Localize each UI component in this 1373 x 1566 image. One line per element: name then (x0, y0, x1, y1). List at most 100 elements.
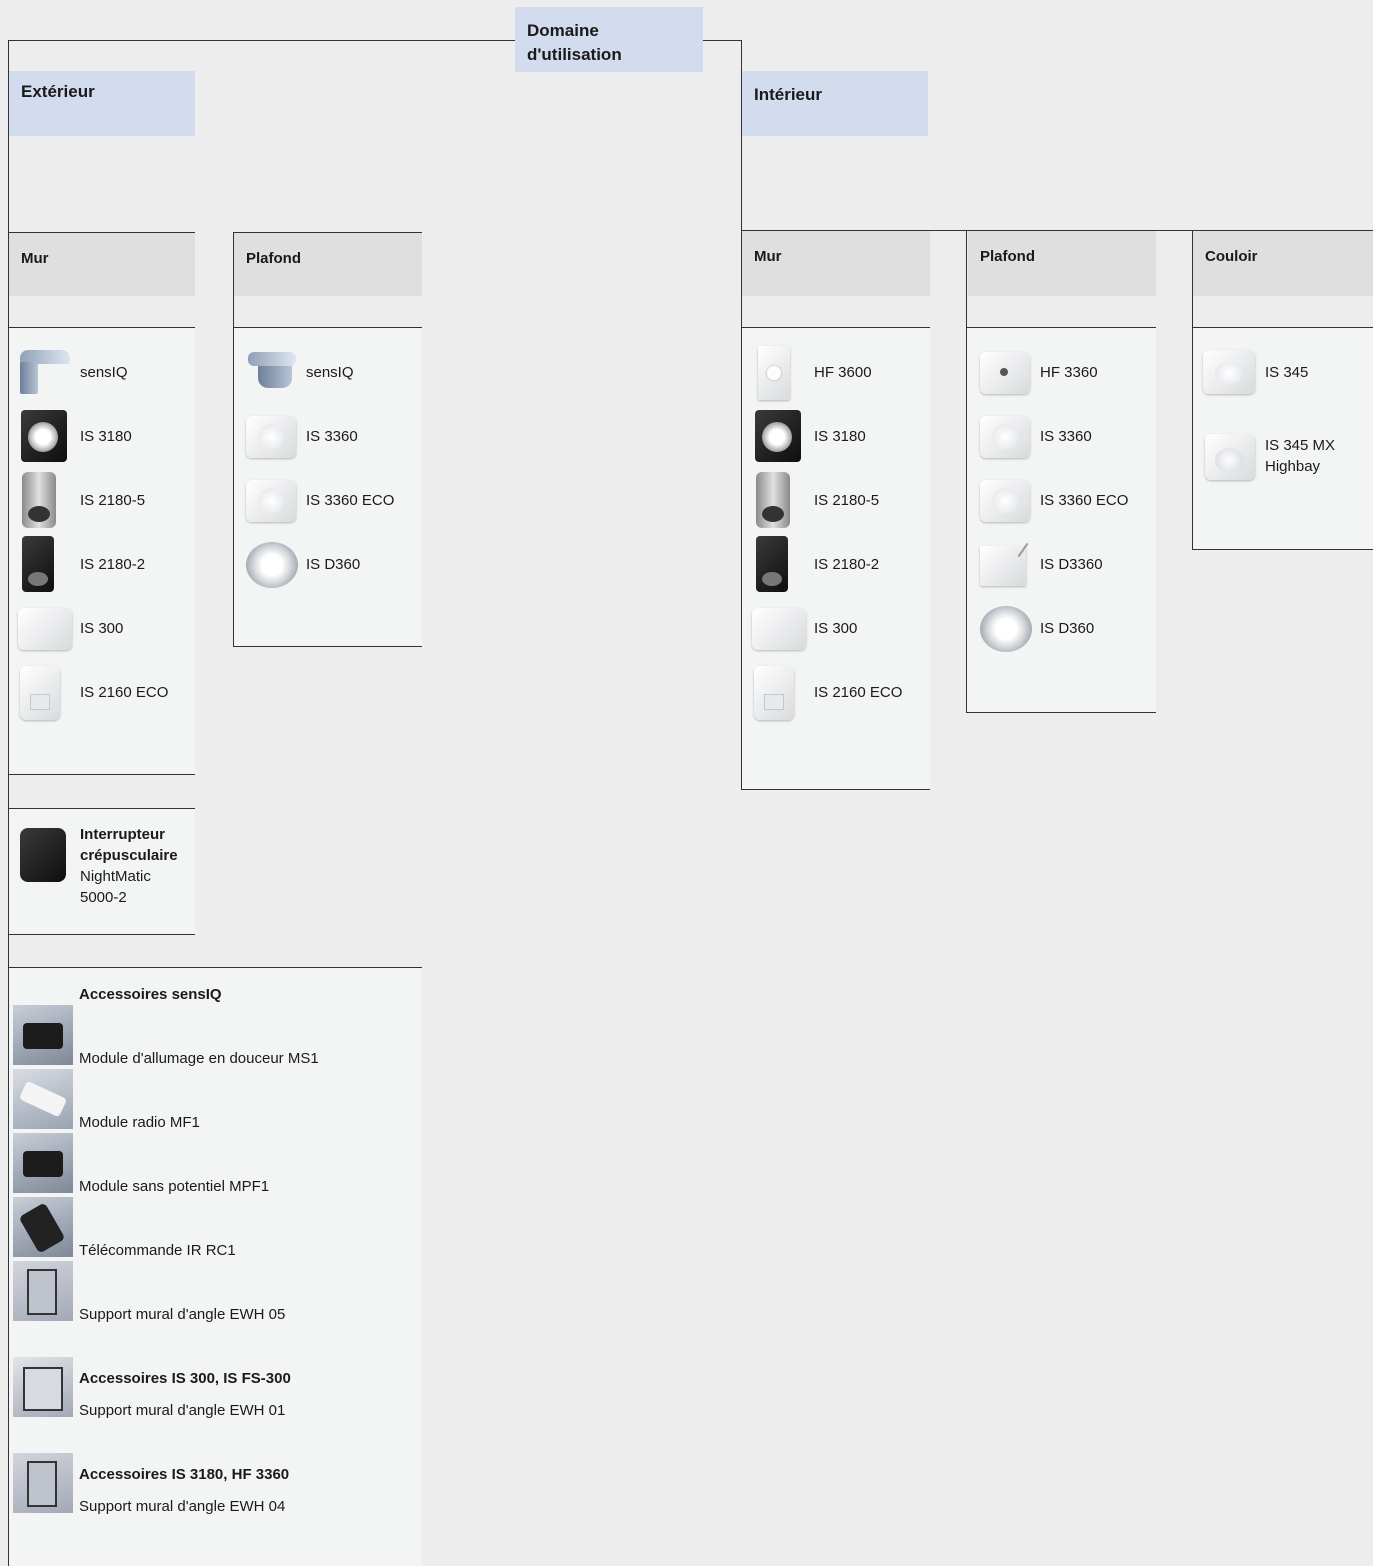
item-label: IS 2160 ECO (814, 683, 903, 701)
sensiq-ceiling-sensor-icon (244, 344, 300, 400)
accessory-label: Module sans potentiel MPF1 (79, 1178, 270, 1195)
relay-module-icon (13, 1133, 73, 1193)
white-flood-sensor-icon (752, 600, 808, 656)
interieur-title: Intérieur (754, 85, 823, 104)
item-label: IS 2160 ECO (80, 683, 169, 701)
item-label: IS D360 (1040, 619, 1095, 637)
white-flood-sensor-icon (18, 600, 74, 656)
item-label: HF 3600 (814, 363, 872, 381)
item-label: IS 3360 ECO (1040, 491, 1129, 509)
item-label: IS D3360 (1040, 555, 1103, 573)
twilight-product-line1: NightMatic (80, 868, 151, 885)
accessory-label: Support mural d'angle EWH 04 (79, 1498, 286, 1515)
accessories-is300-title: Accessoires IS 300, IS FS-300 (79, 1370, 291, 1387)
item-label: sensIQ (80, 363, 128, 381)
list-item[interactable]: HF 3600 (752, 344, 872, 400)
accessory-item[interactable]: Accessoires IS 3180, HF 3360 Support mur… (13, 1453, 413, 1515)
white-ceiling-sensor-icon (1203, 428, 1259, 484)
list-item[interactable]: HF 3360 (978, 344, 1098, 400)
white-ceiling-sensor-icon (978, 344, 1034, 400)
list-item[interactable]: IS 3360 ECO (978, 472, 1128, 528)
list-item[interactable]: IS 345 (1203, 344, 1308, 400)
list-item[interactable]: IS D360 (244, 536, 360, 592)
black-motion-sensor-icon (18, 408, 74, 464)
white-motion-sensor-icon (752, 664, 808, 720)
accessory-item[interactable]: Module radio MF1 (13, 1069, 413, 1131)
list-item[interactable]: IS D3360 (978, 536, 1103, 592)
accessory-item[interactable]: Module d'allumage en douceur MS1 (13, 1005, 413, 1067)
accessory-item[interactable]: Support mural d'angle EWH 05 (13, 1261, 413, 1323)
ext-mur-header: Mur (9, 233, 195, 296)
list-item[interactable]: IS 2180-5 (752, 472, 879, 528)
black-tall-motion-sensor-icon (752, 536, 808, 592)
connector-root-left (8, 40, 516, 41)
list-item[interactable]: IS 3360 (244, 408, 358, 464)
grey-motion-sensor-icon (752, 472, 808, 528)
item-label: IS 345 MX (1265, 437, 1336, 454)
int-mur-header: Mur (742, 231, 930, 296)
list-item[interactable]: IS 2160 ECO (752, 664, 902, 720)
exterieur-title: Extérieur (21, 82, 95, 101)
item-label: HF 3360 (1040, 363, 1098, 381)
list-item[interactable]: IS 3360 (978, 408, 1092, 464)
list-item[interactable]: IS 2180-2 (18, 536, 145, 592)
root-title-line1: Domaine (527, 21, 599, 40)
white-wall-sensor-icon (752, 344, 808, 400)
remote-control-icon (13, 1197, 73, 1257)
twilight-switch-icon (18, 826, 74, 882)
item-label: IS 2180-5 (814, 491, 880, 509)
item-label: IS 3360 (306, 427, 358, 445)
item-label: IS 2180-2 (80, 555, 146, 573)
item-label: IS 3360 ECO (306, 491, 395, 509)
list-item[interactable]: IS 2180-2 (752, 536, 879, 592)
list-item[interactable]: sensIQ (244, 344, 354, 400)
accessory-label: Module d'allumage en douceur MS1 (79, 1050, 319, 1067)
white-ceiling-sensor-icon (244, 472, 300, 528)
list-item[interactable]: IS 2160 ECO (18, 664, 168, 720)
list-item[interactable]: IS 3180 (752, 408, 866, 464)
accessory-item[interactable]: Accessoires IS 300, IS FS-300 Support mu… (13, 1357, 413, 1419)
twilight-title-line2: crépusculaire (80, 847, 178, 864)
list-item[interactable]: IS 3360 ECO (244, 472, 394, 528)
sensiq-wall-sensor-icon (18, 344, 74, 400)
root-title-line2: d'utilisation (527, 45, 622, 64)
item-label: IS 345 (1265, 363, 1309, 381)
list-item[interactable]: sensIQ (18, 344, 128, 400)
ext-plafond-header: Plafond (234, 233, 422, 296)
int-plafond-header: Plafond (968, 231, 1156, 296)
accessories-sensiq-title: Accessoires sensIQ (79, 986, 222, 1003)
item-label: IS 3180 (814, 427, 866, 445)
round-ceiling-sensor-icon (978, 600, 1034, 656)
list-item[interactable]: IS 2180-5 (18, 472, 145, 528)
dimmer-module-icon (13, 1005, 73, 1065)
int-mur-title: Mur (754, 248, 782, 265)
accessory-item[interactable]: Module sans potentiel MPF1 (13, 1133, 413, 1195)
exterieur-node: Extérieur (9, 71, 195, 136)
ext-plafond-title: Plafond (246, 250, 301, 267)
list-item[interactable]: IS 3180 (18, 408, 132, 464)
item-label: IS 2180-5 (80, 491, 146, 509)
item-label: IS 300 (814, 619, 858, 637)
twilight-title-line1: Interrupteur (80, 826, 166, 843)
corner-bracket-icon (13, 1453, 73, 1513)
list-item[interactable]: IS 345 MX Highbay (1203, 428, 1335, 484)
twilight-switch-item[interactable]: Interrupteur crépusculaire NightMatic 50… (18, 824, 178, 908)
white-ceiling-sensor-icon (978, 408, 1034, 464)
list-item[interactable]: IS 300 (752, 600, 857, 656)
corner-bracket-icon (13, 1357, 73, 1417)
interieur-node: Intérieur (742, 71, 928, 136)
int-couloir-title: Couloir (1205, 248, 1258, 265)
accessory-label: Module radio MF1 (79, 1114, 200, 1131)
item-label-line2: Highbay (1265, 458, 1321, 475)
corner-bracket-icon (13, 1261, 73, 1321)
white-ceiling-sensor-icon (978, 536, 1034, 592)
item-label: IS 300 (80, 619, 124, 637)
twilight-product-line2: 5000-2 (80, 889, 127, 906)
white-ceiling-sensor-icon (978, 472, 1034, 528)
list-item[interactable]: IS 300 (18, 600, 123, 656)
accessory-label: Télécommande IR RC1 (79, 1242, 236, 1259)
list-item[interactable]: IS D360 (978, 600, 1094, 656)
item-label: sensIQ (306, 363, 354, 381)
connector-root-right (703, 40, 742, 41)
accessory-item[interactable]: Télécommande IR RC1 (13, 1197, 413, 1259)
